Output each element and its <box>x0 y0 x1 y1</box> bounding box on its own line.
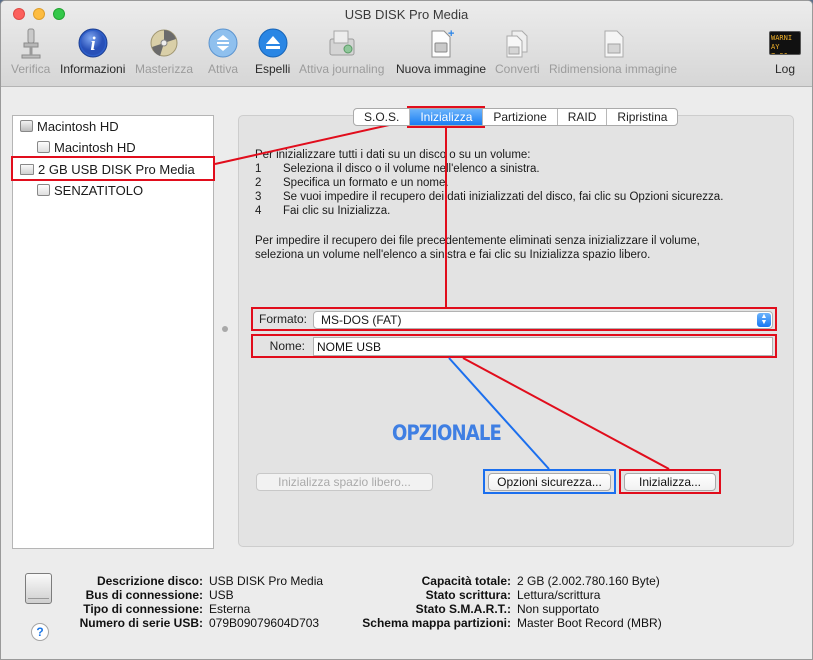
step-number: 2 <box>255 177 262 189</box>
help-button[interactable]: ? <box>31 623 49 641</box>
sidebar-item-label: 2 GB USB DISK Pro Media <box>38 161 195 177</box>
tab-first-aid[interactable]: S.O.S. <box>354 109 411 125</box>
info-icon: i <box>77 27 109 59</box>
info-key: Numero di serie USB: <box>79 616 203 630</box>
volume-icon <box>37 141 50 153</box>
log-icon-text: WARNI <box>771 34 793 42</box>
log-icon: WARNI AY 7:36 <box>769 27 801 59</box>
info-value: 2 GB (2.002.780.160 Byte) <box>517 574 660 588</box>
erase-step: 1 Seleziona il disco o il volume nell'ele… <box>255 163 540 175</box>
tab-restore[interactable]: Ripristina <box>607 109 677 125</box>
journaling-icon <box>326 27 358 59</box>
step-number: 4 <box>255 205 262 217</box>
erase-intro-text: Per inizializzare tutti i dati su un dis… <box>255 149 531 161</box>
toolbar-journaling-button[interactable]: Attiva journaling <box>299 27 384 79</box>
info-value: USB <box>209 588 234 602</box>
step-number: 1 <box>255 163 262 175</box>
step-text: Seleziona il disco o il volume nell'elen… <box>283 163 540 175</box>
erase-free-space-button[interactable]: Inizializza spazio libero... <box>256 473 433 491</box>
toolbar-burn-button[interactable]: Masterizza <box>135 27 193 79</box>
toolbar-label: Converti <box>495 62 540 76</box>
usb-disk-icon <box>25 573 52 604</box>
info-key: Bus di connessione: <box>85 588 203 602</box>
optional-annotation: OPZIONALE <box>392 421 502 445</box>
name-label: Nome: <box>269 339 305 353</box>
erase-step: 4 Fai clic su Inizializza. <box>255 205 390 217</box>
toolbar-eject-button[interactable]: Espelli <box>255 27 290 79</box>
sidebar-item-macintosh-hd-disk[interactable]: Macintosh HD <box>20 116 119 136</box>
toolbar-log-button[interactable]: WARNI AY 7:36 Log <box>769 27 801 79</box>
toolbar-label: Informazioni <box>60 62 126 76</box>
svg-text:+: + <box>448 28 454 40</box>
tab-erase[interactable]: Inizializza <box>410 109 484 125</box>
erase-step: 2 Specifica un formato e un nome. <box>255 177 449 189</box>
info-key: Tipo di connessione: <box>83 602 203 616</box>
step-text: Specifica un formato e un nome. <box>283 177 449 189</box>
toolbar-label: Verifica <box>11 62 51 76</box>
log-icon-text: AY 7:36 <box>771 43 788 54</box>
format-select-value: MS-DOS (FAT) <box>321 313 402 327</box>
sidebar-item-label: Macintosh HD <box>54 139 136 155</box>
info-key: Stato S.M.A.R.T.: <box>415 602 511 616</box>
step-number: 3 <box>255 191 262 203</box>
microscope-icon <box>15 27 47 59</box>
eject-icon <box>257 27 289 59</box>
info-value: Lettura/scrittura <box>517 588 601 602</box>
sidebar-item-label: Macintosh HD <box>37 118 119 134</box>
svg-text:i: i <box>90 34 96 55</box>
burn-disc-icon <box>148 27 180 59</box>
toolbar-info-button[interactable]: i Informazioni <box>60 27 125 79</box>
titlebar: USB DISK Pro Media Verifica i Informazio… <box>1 1 812 87</box>
step-text: Se vuoi impedire il recupero dei dati in… <box>283 191 724 203</box>
info-key: Descrizione disco: <box>96 574 203 588</box>
sidebar-item-label: SENZATITOLO <box>54 182 144 198</box>
sidebar-item-senzatitolo[interactable]: SENZATITOLO <box>37 180 143 200</box>
toolbar-label: Attiva <box>207 62 238 76</box>
toolbar-mount-button[interactable]: Attiva <box>207 27 239 79</box>
split-view-handle[interactable] <box>222 326 228 332</box>
toolbar-label: Nuova immagine <box>396 62 487 76</box>
toolbar-resize-image-button[interactable]: Ridimensiona immagine <box>549 27 677 79</box>
resize-image-icon <box>597 27 629 59</box>
volume-icon <box>37 184 50 196</box>
info-key: Capacità totale: <box>421 574 511 588</box>
security-options-button[interactable]: Opzioni sicurezza... <box>488 473 611 491</box>
tab-bar: S.O.S. Inizializza Partizione RAID Ripri… <box>353 108 679 126</box>
usb-disk-icon <box>20 163 34 175</box>
tab-raid[interactable]: RAID <box>558 109 608 125</box>
window-title: USB DISK Pro Media <box>344 7 469 22</box>
tab-partition[interactable]: Partizione <box>483 109 558 125</box>
toolbar-label: Log <box>774 62 796 76</box>
disk-utility-window: USB DISK Pro Media Verifica i Informazio… <box>0 0 813 660</box>
step-text: Fai clic su Inizializza. <box>283 205 391 217</box>
format-select[interactable]: MS-DOS (FAT) ▲ ▼ <box>313 311 773 329</box>
erase-note-text: Per impedire il recupero dei file preced… <box>255 235 700 247</box>
info-value: USB DISK Pro Media <box>209 574 324 588</box>
format-label: Formato: <box>258 312 307 326</box>
new-image-icon: + <box>425 27 457 59</box>
toolbar-label: Attiva journaling <box>299 62 385 76</box>
volume-name-input[interactable]: NOME USB <box>313 337 773 356</box>
toolbar-label: Ridimensiona immagine <box>549 62 678 76</box>
info-value: Esterna <box>209 602 251 616</box>
sidebar-item-usb-disk[interactable]: 2 GB USB DISK Pro Media <box>20 159 195 179</box>
toolbar-label: Masterizza <box>135 62 194 76</box>
mount-icon <box>207 27 239 59</box>
hard-disk-icon <box>20 120 33 132</box>
sidebar-item-macintosh-hd-volume[interactable]: Macintosh HD <box>37 137 136 157</box>
toolbar-convert-button[interactable]: Converti <box>495 27 540 79</box>
info-value: Master Boot Record (MBR) <box>517 616 662 630</box>
info-key: Schema mappa partizioni: <box>362 616 511 630</box>
select-arrows-icon: ▲ ▼ <box>757 313 771 327</box>
erase-step: 3 Se vuoi impedire il recupero dei dati i… <box>255 191 723 203</box>
info-value: 079B09079604D703 <box>209 616 320 630</box>
toolbar-label: Espelli <box>255 62 291 76</box>
toolbar-new-image-button[interactable]: + Nuova immagine <box>396 27 486 79</box>
erase-note-text: seleziona un volume nell'elenco a sinist… <box>255 249 651 261</box>
info-value: Non supportato <box>517 602 600 616</box>
toolbar-verify-button[interactable]: Verifica <box>11 27 50 79</box>
erase-button[interactable]: Inizializza... <box>624 473 716 491</box>
info-key: Stato scrittura: <box>425 588 511 602</box>
convert-icon <box>501 27 533 59</box>
